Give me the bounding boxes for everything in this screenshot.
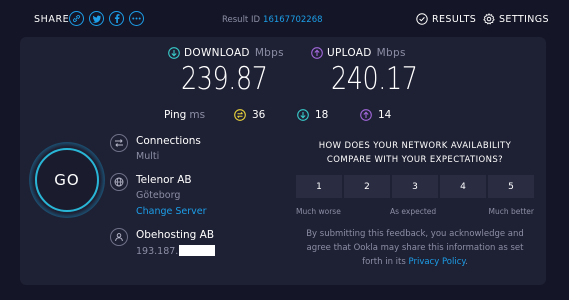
settings-button[interactable]: SETTINGS (483, 13, 549, 25)
feedback-survey: HOW DOES YOUR NETWORK AVAILABILITY COMPA… (296, 139, 534, 267)
rating-option-4[interactable]: 4 (440, 175, 486, 198)
ping-label: Ping (164, 109, 187, 121)
change-server-link[interactable]: Change Server (136, 206, 207, 217)
result-id-link[interactable]: 16167702268 (263, 15, 323, 25)
isp-ip: 193.187. (136, 245, 216, 257)
rating-option-5[interactable]: 5 (488, 175, 534, 198)
result-panel: DOWNLOAD Mbps 239.87 UPLOAD Mbps 240.17 … (20, 37, 546, 285)
ip-address: 193.187. (136, 246, 179, 257)
survey-question: HOW DOES YOUR NETWORK AVAILABILITY COMPA… (318, 141, 512, 165)
ping-upload-value: 14 (378, 109, 392, 121)
isp-name: Obehosting AB (136, 229, 215, 241)
server-name: Telenor AB (136, 174, 192, 186)
ping-download: 18 (297, 109, 328, 121)
go-button[interactable]: GO (35, 148, 99, 212)
ping-unit: ms (189, 109, 206, 121)
ping-idle: 36 (234, 109, 265, 121)
connections-mode[interactable]: Multi (136, 151, 159, 162)
rating-option-2[interactable]: 2 (344, 175, 390, 198)
facebook-icon[interactable] (109, 11, 124, 26)
ping-idle-value: 36 (252, 109, 266, 121)
share-label: SHARE (34, 14, 70, 25)
upload-unit: Mbps (376, 47, 406, 59)
user-icon (110, 228, 128, 246)
result-id-label: Result ID (222, 15, 261, 25)
results-button[interactable]: RESULTS (416, 13, 476, 25)
ip-redaction (179, 245, 216, 256)
download-arrow-icon (168, 47, 180, 59)
rating-scale: 1 2 3 4 5 (296, 175, 534, 198)
upload-metric: UPLOAD Mbps 240.17 (311, 47, 418, 97)
result-id: Result ID 16167702268 (222, 15, 323, 25)
globe-icon (110, 173, 128, 191)
upload-latency-icon (360, 109, 372, 121)
upload-label: UPLOAD (327, 47, 372, 59)
rating-label-low: Much worse (296, 207, 341, 216)
download-unit: Mbps (254, 47, 284, 59)
results-label: RESULTS (432, 13, 477, 25)
download-value: 239.87 (181, 61, 268, 97)
privacy-policy-link[interactable]: Privacy Policy (408, 257, 465, 267)
server-location: Göteborg (136, 190, 181, 201)
idle-latency-icon (234, 109, 246, 121)
rating-option-3[interactable]: 3 (392, 175, 438, 198)
ping-upload: 14 (360, 109, 391, 121)
download-label: DOWNLOAD (184, 47, 250, 59)
consent-text: By submitting this feedback, you acknowl… (296, 227, 534, 269)
download-latency-icon (297, 109, 309, 121)
connections-title: Connections (136, 135, 201, 147)
go-button-ring: GO (29, 142, 105, 218)
top-bar: SHARE Result ID 16167702268 RESULTS SETTI… (0, 0, 569, 36)
download-metric: DOWNLOAD Mbps 239.87 (168, 47, 284, 97)
rating-label-high: Much better (488, 207, 534, 216)
upload-arrow-icon (311, 47, 323, 59)
link-icon[interactable] (69, 11, 84, 26)
twitter-icon[interactable] (89, 11, 104, 26)
rating-option-1[interactable]: 1 (296, 175, 342, 198)
gear-icon (483, 13, 495, 25)
rating-label-mid: As expected (390, 207, 437, 216)
consent-end: . (465, 257, 468, 267)
ping-download-value: 18 (315, 109, 329, 121)
check-circle-icon (416, 13, 428, 25)
settings-label: SETTINGS (499, 13, 549, 25)
more-icon[interactable] (129, 11, 144, 26)
connections-icon (110, 134, 128, 152)
upload-value: 240.17 (331, 61, 418, 97)
share-icons (69, 11, 144, 26)
